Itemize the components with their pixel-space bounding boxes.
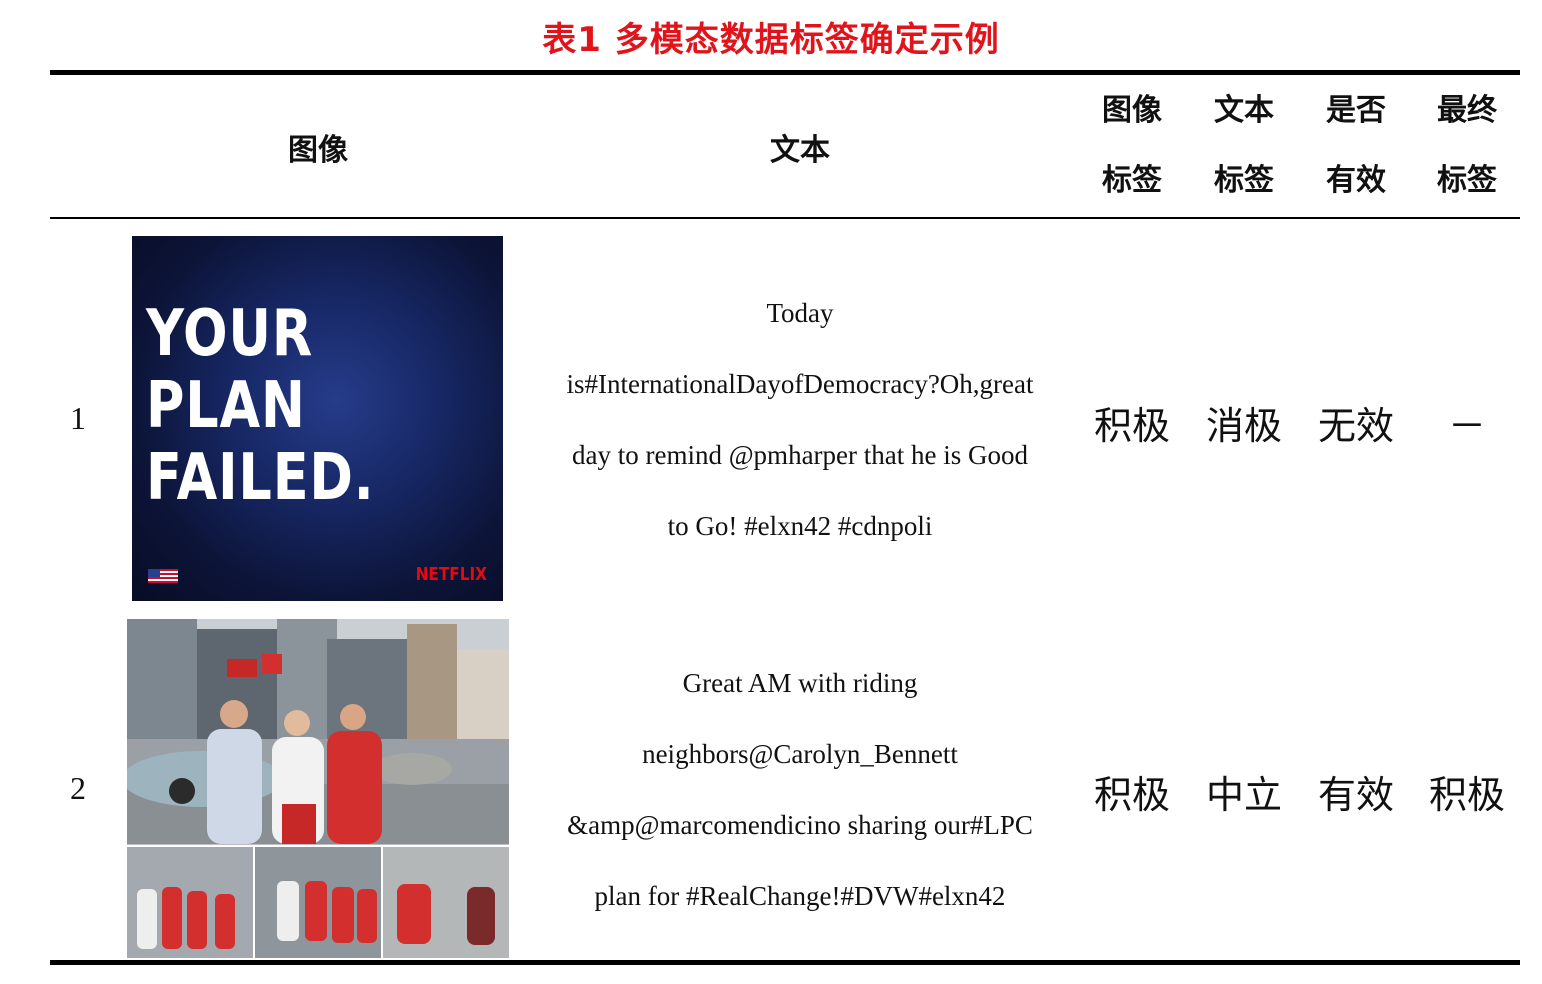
row-1-number: 1: [70, 400, 86, 436]
row-2-text-line-3: &amp@marcomendicino sharing our#LPC: [567, 810, 1033, 840]
row-1-text-line-1: Today: [766, 298, 834, 328]
row-2-valid: 有效: [1317, 773, 1394, 817]
row-1-text-line-4: to Go! #elxn42 #cdnpoli: [667, 511, 933, 541]
row-1-text: Today is#InternationalDayofDemocracy?Oh,…: [530, 278, 1070, 562]
header-image-label-line1: 图像: [1102, 93, 1162, 128]
row-1-text-line-2: is#InternationalDayofDemocracy?Oh,great: [566, 369, 1034, 399]
row-2-text-line-4: plan for #RealChange!#DVW#elxn42: [594, 881, 1006, 911]
flag-icon: [148, 569, 178, 583]
row-1-image: YOUR PLAN FAILED. NETFLIX: [132, 236, 503, 601]
row-2-text-line-1: Great AM with riding: [682, 668, 918, 698]
header-valid: 是否 有效: [1301, 76, 1411, 216]
row-2-image-label: 积极: [1093, 773, 1170, 817]
header-text-label: 文本 标签: [1189, 76, 1299, 216]
slogan-line-1: YOUR: [146, 297, 314, 371]
slogan-line-3: FAILED.: [146, 441, 375, 515]
row-1-image-label: 积极: [1093, 404, 1170, 448]
top-rule: [50, 70, 1520, 75]
header-text: 文本: [770, 133, 830, 168]
row-2-text: Great AM with riding neighbors@Carolyn_B…: [530, 648, 1070, 932]
header-image-label-line2: 标签: [1102, 163, 1162, 198]
bottom-rule: [50, 960, 1520, 965]
row-2-image: [127, 619, 509, 958]
header-text-label-line1: 文本: [1214, 93, 1274, 128]
row-1-text-label: 消极: [1205, 404, 1282, 448]
row-1-final-label: －: [1447, 404, 1486, 448]
street-photo-collage: [127, 619, 509, 958]
header-final-label: 最终 标签: [1412, 76, 1522, 216]
table-caption: 表1 多模态数据标签确定示例: [542, 20, 1000, 60]
row-2-final-label: 积极: [1428, 773, 1505, 817]
header-valid-line1: 是否: [1326, 93, 1386, 128]
header-image: 图像: [288, 133, 348, 168]
header-final-label-line2: 标签: [1437, 163, 1497, 198]
header-text-label-line2: 标签: [1214, 163, 1274, 198]
row-1-text-line-3: day to remind @pmharper that he is Good: [571, 440, 1028, 470]
header-valid-line2: 有效: [1326, 163, 1386, 198]
header-image-label: 图像 标签: [1077, 76, 1187, 216]
row-2-text-line-2: neighbors@Carolyn_Bennett: [642, 739, 958, 769]
header-rule: [50, 217, 1520, 219]
netflix-logo: NETFLIX: [415, 564, 487, 585]
row-1-image-slogan: YOUR PLAN FAILED.: [146, 298, 374, 514]
row-2-text-label: 中立: [1205, 773, 1282, 817]
header-final-label-line1: 最终: [1437, 93, 1497, 128]
row-1-valid: 无效: [1317, 404, 1394, 448]
slogan-line-2: PLAN: [146, 369, 306, 443]
row-2-number: 2: [70, 770, 86, 806]
